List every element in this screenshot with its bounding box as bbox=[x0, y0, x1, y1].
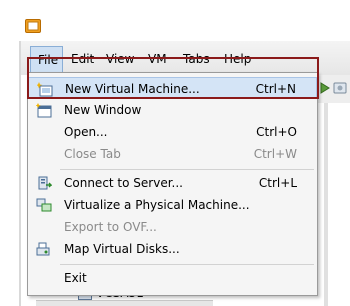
menu-item-label: New Virtual Machine... bbox=[65, 82, 200, 96]
menu-vm-label: VM bbox=[148, 52, 167, 66]
menu-item-label: New Window bbox=[64, 103, 142, 117]
menu-item-label: Connect to Server... bbox=[64, 176, 183, 190]
menu-edit[interactable]: Edit bbox=[71, 52, 94, 66]
menu-item-label: Map Virtual Disks... bbox=[64, 242, 180, 256]
menu-item-virtualize-physical-machine[interactable]: Virtualize a Physical Machine... bbox=[28, 194, 317, 216]
menu-item-new-window[interactable]: New Window bbox=[28, 99, 317, 121]
menu-item-shortcut: Ctrl+N bbox=[255, 82, 296, 96]
menu-item-export-to-ovf[interactable]: Export to OVF... bbox=[28, 216, 317, 238]
menu-tabs-label: Tabs bbox=[183, 52, 210, 66]
menu-item-label: Exit bbox=[64, 271, 87, 285]
menu-item-close-tab[interactable]: Close Tab Ctrl+W bbox=[28, 143, 317, 165]
connect-server-icon bbox=[38, 176, 52, 190]
menu-item-map-virtual-disks[interactable]: Map Virtual Disks... bbox=[28, 238, 317, 260]
menu-tabs[interactable]: Tabs bbox=[183, 52, 210, 66]
menu-item-exit[interactable]: Exit bbox=[28, 267, 317, 289]
menu-separator bbox=[60, 169, 314, 170]
horizontal-scrollbar[interactable] bbox=[36, 300, 213, 306]
menu-separator bbox=[60, 264, 314, 265]
toolbar-snapshot-icon[interactable] bbox=[333, 80, 347, 96]
menu-item-new-virtual-machine[interactable]: New Virtual Machine... Ctrl+N bbox=[28, 77, 317, 99]
menu-edit-label: Edit bbox=[71, 52, 95, 66]
menu-item-shortcut: Ctrl+W bbox=[253, 147, 297, 161]
menu-item-shortcut: Ctrl+L bbox=[258, 176, 297, 190]
new-window-icon bbox=[36, 103, 52, 118]
menu-item-open[interactable]: Open... Ctrl+O bbox=[28, 121, 317, 143]
menu-item-label: Export to OVF... bbox=[64, 220, 157, 234]
menu-item-label: Open... bbox=[64, 125, 108, 139]
menu-file[interactable]: File bbox=[30, 46, 63, 74]
menu-help-label: Help bbox=[224, 52, 252, 66]
app-window: File Edit View VM Tabs Help VCSA51 bbox=[0, 0, 350, 306]
menu-help[interactable]: Help bbox=[224, 52, 251, 66]
menu-item-shortcut: Ctrl+O bbox=[256, 125, 297, 139]
menu-item-connect-to-server[interactable]: Connect to Server... Ctrl+L bbox=[28, 172, 317, 194]
map-disks-icon bbox=[36, 242, 50, 256]
menu-file-label: File bbox=[38, 53, 59, 67]
toolbar-play-icon[interactable] bbox=[318, 80, 332, 96]
menu-vm[interactable]: VM bbox=[148, 52, 167, 66]
file-menu-dropdown: New Virtual Machine... Ctrl+N New Window… bbox=[27, 72, 318, 296]
vertical-scrollbar[interactable] bbox=[324, 103, 328, 306]
virtualize-icon bbox=[36, 198, 52, 212]
app-icon bbox=[25, 19, 41, 33]
menu-view-label: View bbox=[106, 52, 135, 66]
menu-item-label: Virtualize a Physical Machine... bbox=[64, 198, 250, 212]
new-vm-icon bbox=[37, 82, 53, 97]
menu-item-label: Close Tab bbox=[64, 147, 121, 161]
menu-view[interactable]: View bbox=[106, 52, 134, 66]
